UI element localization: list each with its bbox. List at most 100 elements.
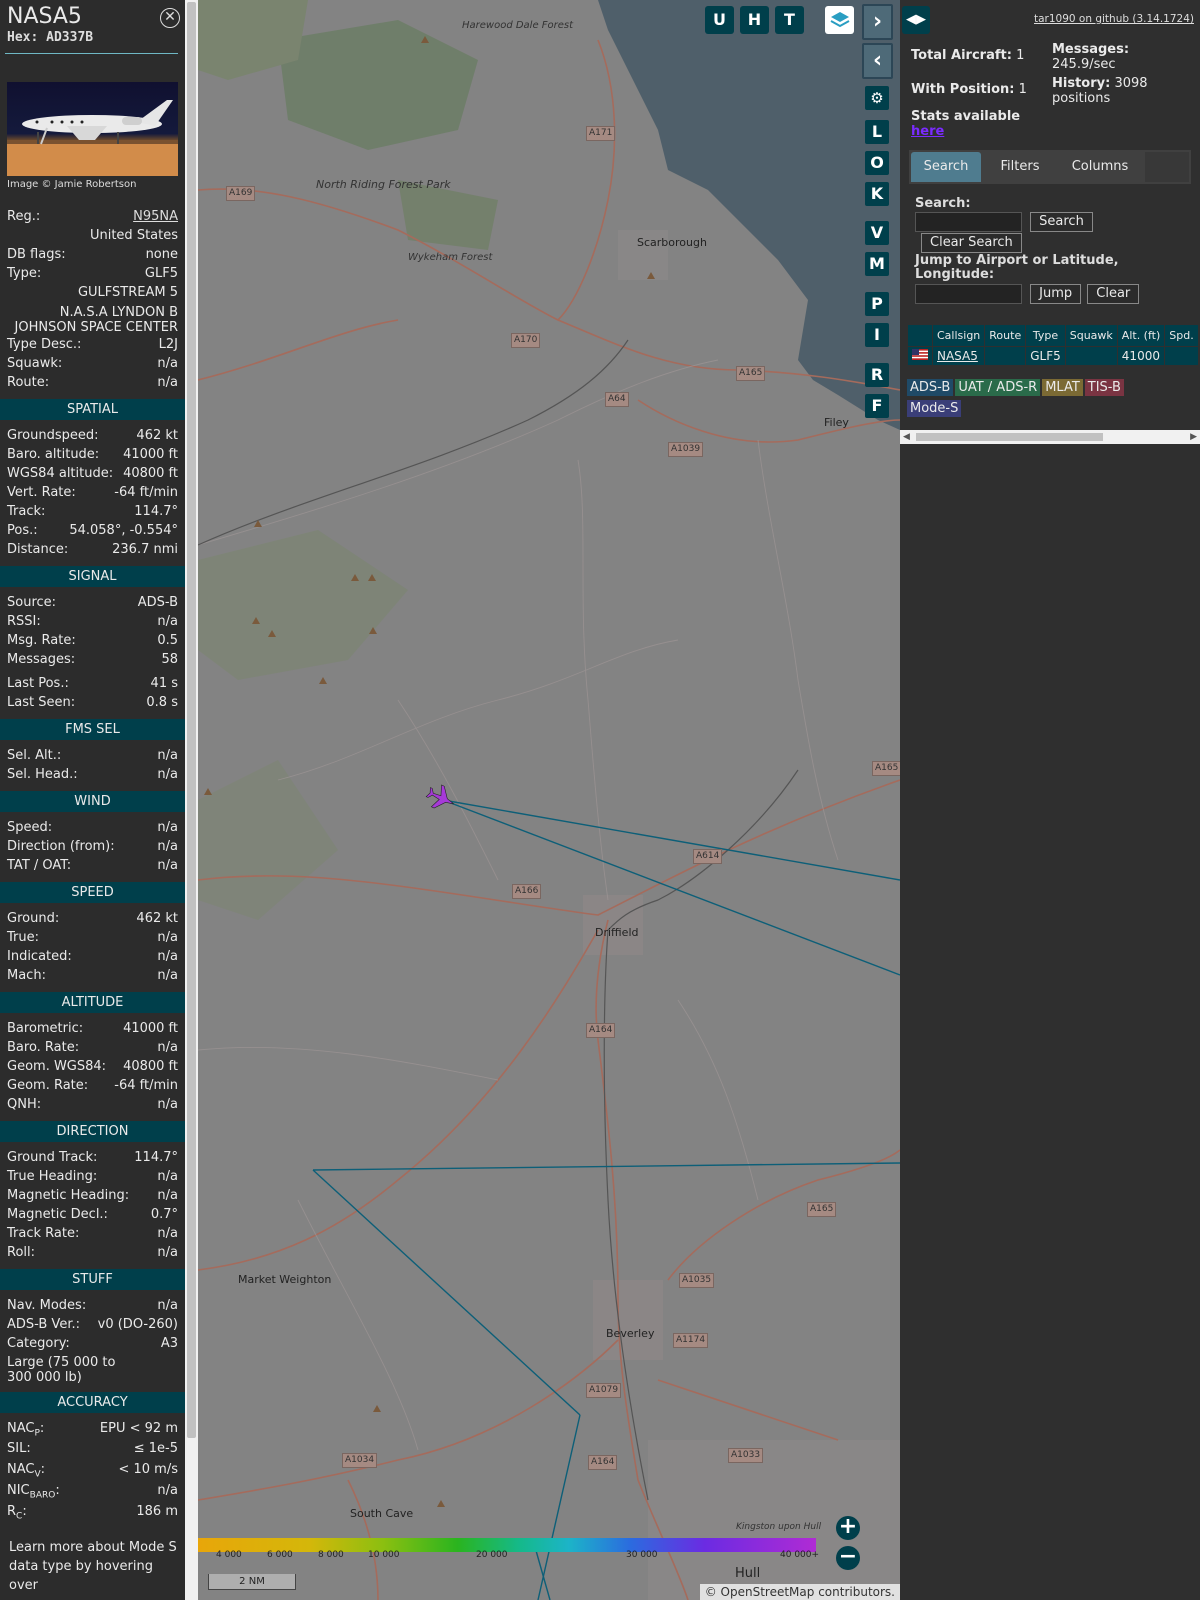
- column-header-alt[interactable]: Alt. (ft): [1116, 324, 1166, 347]
- info-row: Vert. Rate: -64 ft/min: [7, 485, 178, 500]
- road-badge: A170: [511, 333, 541, 348]
- altitude-tick: 10 000: [368, 1550, 400, 1560]
- map-button-u[interactable]: U: [705, 6, 734, 34]
- row-type-full: GULFSTREAM 5: [77, 285, 178, 300]
- info-row: Category: A3: [7, 1336, 178, 1351]
- tab-filters[interactable]: Filters: [985, 152, 1055, 182]
- info-row: Sel. Alt.: n/a: [7, 748, 178, 763]
- column-header-spd[interactable]: Spd.: [1164, 324, 1199, 347]
- legend-tisb[interactable]: TIS-B: [1084, 379, 1124, 396]
- map-button-f[interactable]: F: [865, 394, 889, 418]
- expand-sidebar-icon[interactable]: ◀▶: [902, 6, 930, 34]
- map-view[interactable]: Harewood Dale Forest North Riding Forest…: [198, 0, 900, 1600]
- jump-input[interactable]: [915, 284, 1022, 304]
- close-icon[interactable]: ✕: [160, 8, 180, 28]
- info-row: Ground Track: 114.7°: [7, 1150, 178, 1165]
- zoom-out-button[interactable]: −: [836, 1546, 860, 1570]
- info-row: Msg. Rate: 0.5: [7, 633, 178, 648]
- map-button-v[interactable]: V: [865, 221, 889, 245]
- info-row: Track Rate: n/a: [7, 1226, 178, 1241]
- row-nacp: NACP: EPU < 92 m: [7, 1421, 178, 1439]
- info-row: Direction (from): n/a: [7, 839, 178, 854]
- table-horizontal-scrollbar[interactable]: ◀ ▶: [900, 430, 1200, 444]
- legend-mlat[interactable]: MLAT: [1042, 379, 1083, 396]
- info-row: Barometric: 41000 ft: [7, 1021, 178, 1036]
- row-route: Route: n/a: [7, 375, 178, 390]
- altitude-tick: 4 000: [216, 1550, 242, 1560]
- column-header-type[interactable]: Type: [1025, 324, 1066, 347]
- scrollbar-thumb[interactable]: [187, 2, 196, 1438]
- tab-search[interactable]: Search: [911, 152, 981, 182]
- zoom-in-button[interactable]: +: [836, 1516, 860, 1540]
- map-button-k[interactable]: K: [865, 182, 889, 206]
- alt-cell: 41000: [1116, 346, 1166, 366]
- row-nacv: NACV: < 10 m/s: [7, 1462, 178, 1480]
- clear-button[interactable]: Clear: [1087, 284, 1140, 304]
- column-header-squawk[interactable]: Squawk: [1064, 324, 1118, 347]
- map-button-t[interactable]: T: [775, 6, 804, 34]
- map-button-r[interactable]: R: [865, 363, 889, 387]
- chevron-left-icon[interactable]: ‹: [862, 43, 893, 79]
- aircraft-table: Callsign Route Type Squawk Alt. (ft) Spd…: [907, 324, 1199, 366]
- map-button-o[interactable]: O: [865, 151, 889, 175]
- map-button-l[interactable]: L: [865, 120, 889, 144]
- map-tiles: [198, 0, 900, 1600]
- search-input[interactable]: [915, 212, 1022, 232]
- tab-empty: [1145, 152, 1189, 182]
- stats-here-link[interactable]: here: [911, 124, 1020, 139]
- layers-icon[interactable]: [825, 6, 854, 34]
- jump-button[interactable]: Jump: [1030, 284, 1082, 304]
- legend-uat[interactable]: UAT / ADS-R: [955, 379, 1041, 396]
- table-header-row: Callsign Route Type Squawk Alt. (ft) Spd…: [907, 324, 1199, 347]
- column-header-route[interactable]: Route: [984, 324, 1027, 347]
- info-row: True Heading: n/a: [7, 1169, 178, 1184]
- clear-search-button[interactable]: Clear Search: [921, 233, 1022, 253]
- road-badge: A165: [736, 366, 766, 381]
- legend-adsb[interactable]: ADS-B: [907, 379, 954, 396]
- scrollbar-thumb[interactable]: [916, 433, 1103, 441]
- info-hex: Hex: AD337B: [7, 30, 94, 45]
- info-row: Nav. Modes: n/a: [7, 1298, 178, 1313]
- jump-label: Jump to Airport or Latitude, Longitude:: [915, 253, 1119, 282]
- registration-link[interactable]: N95NA: [133, 207, 178, 226]
- road-badge: A64: [605, 392, 629, 407]
- with-position-count: 1: [1018, 82, 1027, 97]
- label-driffield: Driffield: [595, 926, 639, 939]
- info-panel-scrollbar[interactable]: [185, 0, 198, 1600]
- altitude-tick: 8 000: [318, 1550, 344, 1560]
- chevron-right-icon[interactable]: ›: [862, 4, 893, 40]
- search-button[interactable]: Search: [1030, 212, 1093, 232]
- tab-columns[interactable]: Columns: [1057, 152, 1143, 182]
- aircraft-photo[interactable]: [7, 82, 178, 176]
- scroll-left-icon[interactable]: ◀: [903, 430, 910, 444]
- map-button-p[interactable]: P: [865, 292, 889, 316]
- map-button-h[interactable]: H: [740, 6, 769, 34]
- map-button-m[interactable]: M: [865, 252, 889, 276]
- info-row: Groundspeed: 462 kt: [7, 428, 178, 443]
- label-south-cave: South Cave: [350, 1507, 414, 1520]
- road-badge: A165: [807, 1202, 837, 1217]
- map-button-i[interactable]: I: [865, 323, 889, 347]
- messages-rate: 245.9/sec: [1052, 57, 1116, 72]
- table-row[interactable]: NASA5 GLF5 41000: [907, 346, 1199, 366]
- row-owner: N.A.S.A LYNDON B JOHNSON SPACE CENTER: [14, 305, 178, 335]
- road-badge: A164: [588, 1455, 618, 1470]
- altitude-tick: 20 000: [476, 1550, 508, 1560]
- column-header[interactable]: [907, 324, 933, 347]
- scroll-right-icon[interactable]: ▶: [1190, 430, 1197, 444]
- squawk-cell: [1064, 346, 1118, 366]
- section-header: ALTITUDE: [0, 992, 185, 1013]
- section-header: DIRECTION: [0, 1121, 185, 1142]
- openstreetmap-link[interactable]: OpenStreetMap: [721, 1585, 815, 1599]
- road-badge: A166: [512, 884, 542, 899]
- callsign-cell[interactable]: NASA5: [937, 349, 978, 363]
- label-harewood: Harewood Dale Forest: [462, 20, 574, 31]
- column-header-callsign[interactable]: Callsign: [931, 324, 986, 347]
- gear-icon[interactable]: ⚙: [865, 86, 889, 110]
- search-panel: Search: Search Clear Search Jump to Airp…: [915, 197, 1185, 304]
- legend-modes[interactable]: Mode-S: [907, 400, 962, 417]
- info-row: Source: ADS-B: [7, 595, 178, 610]
- road-badge: A1033: [728, 1448, 764, 1463]
- road-badge: A1039: [668, 442, 704, 457]
- version-link[interactable]: tar1090 on github (3.14.1724): [1034, 13, 1194, 25]
